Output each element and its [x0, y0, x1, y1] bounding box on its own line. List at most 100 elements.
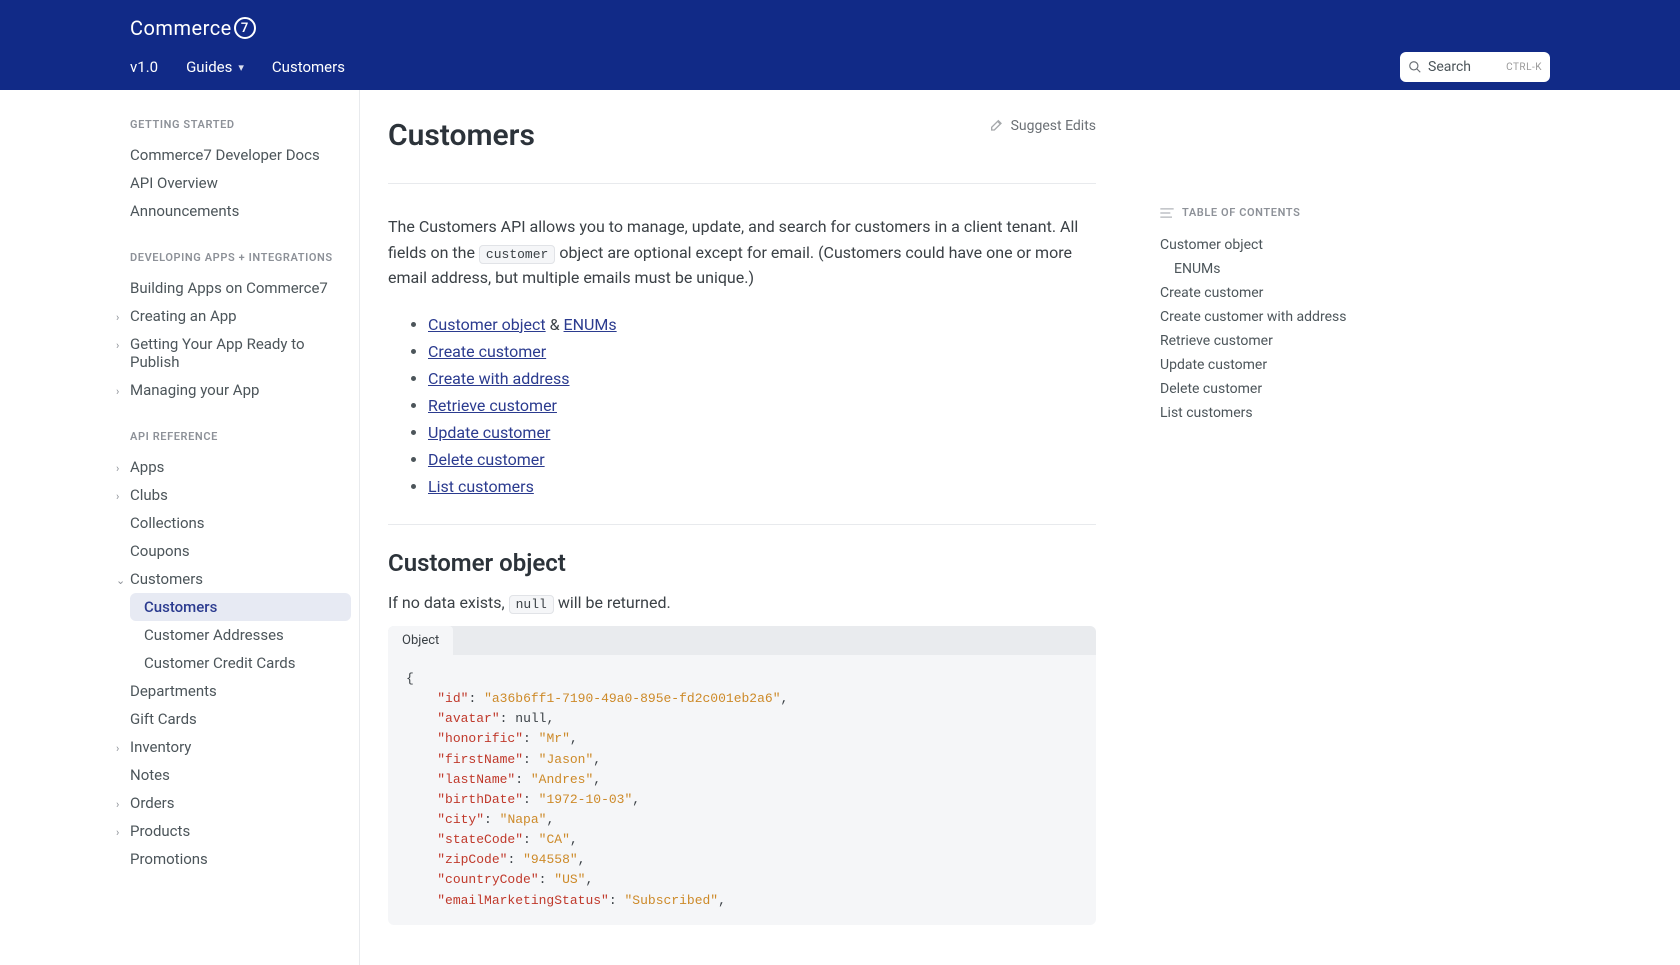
sidebar-item-label: Managing your App: [130, 381, 259, 399]
code-content: { "id": "a36b6ff1-7190-49a0-895e-fd2c001…: [388, 655, 1096, 925]
nav-version[interactable]: v1.0: [130, 58, 158, 76]
sidebar-item-label: Notes: [130, 766, 170, 784]
sidebar-item-label: Gift Cards: [130, 710, 197, 728]
code-block: Object { "id": "a36b6ff1-7190-49a0-895e-…: [388, 626, 1096, 925]
nav-customers[interactable]: Customers: [272, 58, 345, 76]
quick-link-item: Create with address: [428, 365, 1096, 392]
sidebar-item-label: Commerce7 Developer Docs: [130, 146, 320, 164]
sidebar-item-label: Customers: [130, 570, 203, 588]
toc-link[interactable]: Delete customer: [1160, 377, 1372, 401]
quick-link-item: List customers: [428, 473, 1096, 500]
chevron-right-icon: ›: [116, 385, 119, 398]
toc-link[interactable]: List customers: [1160, 401, 1372, 425]
sidebar-item-label: Coupons: [130, 542, 190, 560]
suggest-edits-label: Suggest Edits: [1011, 118, 1096, 134]
toc-header: TABLE OF CONTENTS: [1160, 206, 1372, 219]
quick-link[interactable]: ENUMs: [564, 315, 617, 334]
sidebar-item[interactable]: ⌄ Customers: [0, 565, 359, 593]
sidebar-item[interactable]: › Inventory: [0, 733, 359, 761]
sidebar-item[interactable]: Building Apps on Commerce7: [0, 274, 359, 302]
chevron-right-icon: ›: [116, 742, 119, 755]
sidebar-item-label: Collections: [130, 514, 205, 532]
sidebar-item-label: Getting Your App Ready to Publish: [130, 335, 305, 371]
search-placeholder: Search: [1428, 59, 1471, 75]
toc-link[interactable]: Customer object: [1160, 233, 1372, 257]
sidebar-item[interactable]: ›Orders: [0, 789, 359, 817]
sidebar-item[interactable]: › Creating an App: [0, 302, 359, 330]
chevron-down-icon: ⌄: [116, 574, 125, 587]
sidebar-section-title: DEVELOPING APPS + INTEGRATIONS: [0, 251, 359, 264]
divider: [388, 524, 1096, 525]
intro-paragraph: The Customers API allows you to manage, …: [388, 214, 1096, 291]
sidebar-item[interactable]: Notes: [0, 761, 359, 789]
quick-link[interactable]: Delete customer: [428, 450, 545, 469]
sidebar-item-label: Inventory: [130, 738, 191, 756]
quick-link[interactable]: Create customer: [428, 342, 546, 361]
sidebar-item[interactable]: Departments: [0, 677, 359, 705]
suggest-edits-button[interactable]: Suggest Edits: [989, 118, 1096, 134]
chevron-right-icon: ›: [116, 462, 119, 475]
logo[interactable]: Commerce7: [130, 16, 256, 40]
quick-link-item: Customer object & ENUMs: [428, 311, 1096, 338]
inline-code-null: null: [509, 595, 554, 614]
quick-link[interactable]: Customer object: [428, 315, 546, 334]
sidebar-item[interactable]: Gift Cards: [0, 705, 359, 733]
quick-link[interactable]: Create with address: [428, 369, 570, 388]
sidebar-sub-item[interactable]: Customer Addresses: [0, 621, 359, 649]
null-note: If no data exists, null will be returned…: [388, 593, 1096, 612]
toc-list: Customer objectENUMsCreate customerCreat…: [1160, 233, 1372, 425]
sidebar-sub-item[interactable]: Customer Credit Cards: [0, 649, 359, 677]
quick-link[interactable]: List customers: [428, 477, 534, 496]
quick-link-item: Update customer: [428, 419, 1096, 446]
inline-code-customer: customer: [479, 245, 555, 264]
right-toc: TABLE OF CONTENTS Customer objectENUMsCr…: [1120, 118, 1400, 925]
chevron-right-icon: ›: [116, 490, 119, 503]
sidebar-item[interactable]: › Products: [0, 817, 359, 845]
quick-link-item: Delete customer: [428, 446, 1096, 473]
logo-seven-icon: 7: [234, 17, 256, 39]
sidebar-item[interactable]: › Managing your App: [0, 376, 359, 404]
chevron-right-icon: ›: [116, 826, 119, 839]
search-input[interactable]: Search CTRL-K: [1400, 52, 1550, 82]
search-icon: [1408, 60, 1422, 74]
sidebar-item-label: Promotions: [130, 850, 208, 868]
sidebar-item[interactable]: Promotions: [0, 845, 359, 873]
toc-link[interactable]: Update customer: [1160, 353, 1372, 377]
content: Customers Suggest Edits The Customers AP…: [360, 118, 1120, 925]
toc-link[interactable]: Retrieve customer: [1160, 329, 1372, 353]
sidebar-item[interactable]: › Apps: [0, 453, 359, 481]
sidebar-item[interactable]: Collections: [0, 509, 359, 537]
code-tab-object[interactable]: Object: [388, 626, 453, 655]
logo-text: Commerce: [130, 16, 232, 40]
page-title: Customers: [388, 118, 535, 153]
sidebar-item-label: Apps: [130, 458, 164, 476]
quick-links-list: Customer object & ENUMs Create customer Cr…: [388, 311, 1096, 500]
toc-link[interactable]: Create customer with address: [1160, 305, 1372, 329]
sidebar-sub-item[interactable]: Customers: [130, 593, 351, 621]
sidebar-section-title: GETTING STARTED: [0, 118, 359, 131]
sidebar-item-label: API Overview: [130, 174, 218, 192]
nav-guides[interactable]: Guides▾: [186, 58, 244, 76]
sidebar-item-label: Creating an App: [130, 307, 237, 325]
sidebar-item[interactable]: API Overview: [0, 169, 359, 197]
sidebar-item[interactable]: Coupons: [0, 537, 359, 565]
edit-icon: [989, 118, 1005, 134]
toc-icon: [1160, 208, 1174, 218]
sidebar-item-label: Clubs: [130, 486, 168, 504]
chevron-right-icon: ›: [116, 311, 119, 324]
sidebar-item-label: Announcements: [130, 202, 239, 220]
section-title-customer-object: Customer object: [388, 549, 1096, 577]
toc-link[interactable]: ENUMs: [1160, 257, 1372, 281]
sidebar-item[interactable]: Commerce7 Developer Docs: [0, 141, 359, 169]
quick-link[interactable]: Retrieve customer: [428, 396, 557, 415]
sidebar-item[interactable]: ›Getting Your App Ready to Publish: [0, 330, 359, 376]
sidebar-item[interactable]: › Clubs: [0, 481, 359, 509]
toc-link[interactable]: Create customer: [1160, 281, 1372, 305]
header: Commerce7 v1.0 Guides▾ Customers Search …: [0, 0, 1680, 90]
top-nav: v1.0 Guides▾ Customers: [130, 58, 345, 76]
quick-link[interactable]: Update customer: [428, 423, 550, 442]
quick-link-item: Create customer: [428, 338, 1096, 365]
sidebar-item[interactable]: Announcements: [0, 197, 359, 225]
search-shortcut: CTRL-K: [1506, 62, 1542, 73]
sidebar-item-label: Products: [130, 822, 190, 840]
